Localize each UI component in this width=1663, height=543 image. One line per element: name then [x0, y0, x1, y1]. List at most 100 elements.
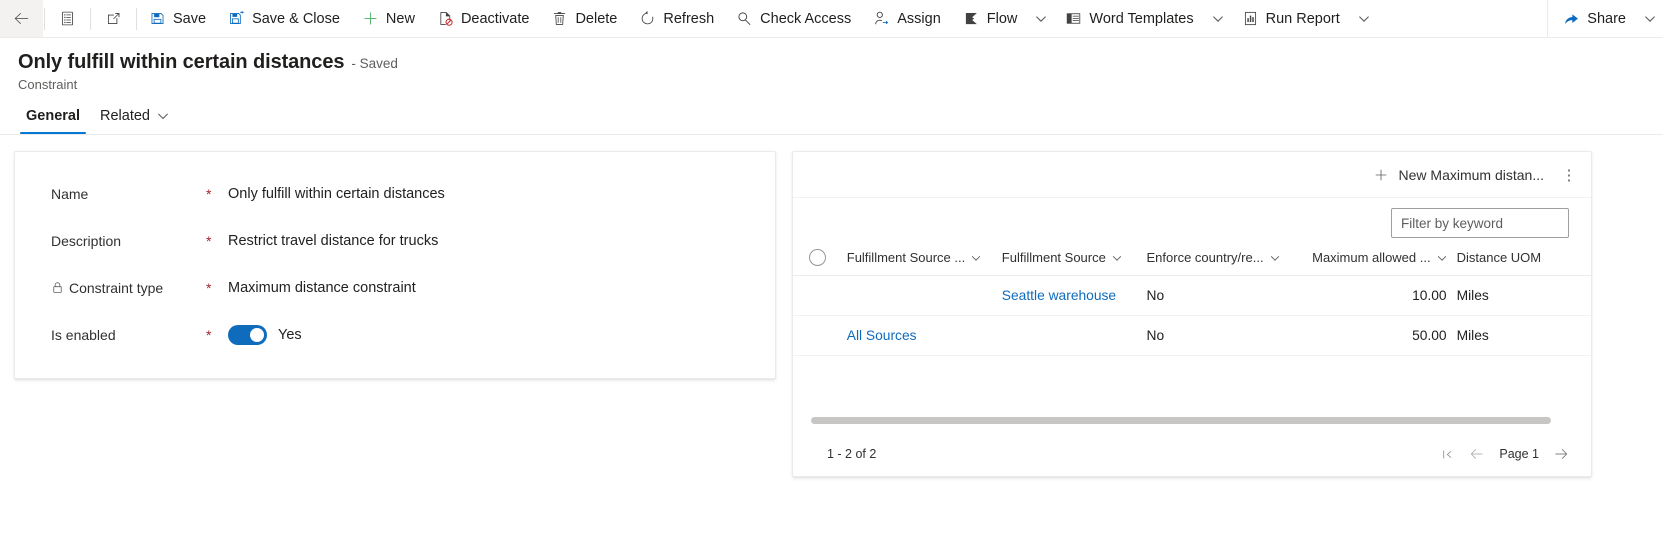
divider [136, 7, 137, 30]
chevron-down-icon [157, 110, 169, 122]
save-button[interactable]: Save [138, 0, 217, 37]
required-indicator: * [206, 232, 212, 249]
select-all-header[interactable] [793, 238, 847, 276]
row-select-cell[interactable] [793, 275, 847, 316]
column-header-fulfillment-source[interactable]: Fulfillment Source [1001, 238, 1147, 276]
record-header: Only fulfill within certain distances - … [0, 38, 1663, 92]
column-header-distance-uom[interactable]: Distance UOM [1456, 238, 1591, 276]
new-button[interactable]: New [351, 0, 426, 37]
field-constraint-type: Constraint type * Maximum distance const… [15, 264, 775, 311]
new-maximum-distance-button[interactable]: New Maximum distan... [1364, 162, 1553, 188]
flow-button[interactable]: Flow [952, 0, 1029, 37]
required-indicator: * [206, 279, 212, 296]
share-button[interactable]: Share [1552, 0, 1637, 37]
tab-general[interactable]: General [18, 104, 88, 134]
horizontal-scrollbar[interactable] [811, 417, 1551, 424]
record-count-label: 1 - 2 of 2 [827, 447, 877, 461]
subgrid-scroll-area: Fulfillment Source ... Fulfillment Sourc… [793, 238, 1591, 432]
fulfillment-source-group-link[interactable]: All Sources [847, 328, 917, 343]
cell-fulfillment-source-group[interactable]: All Sources [846, 315, 1002, 356]
cell-distance-uom: Miles [1456, 275, 1591, 316]
popout-icon [105, 10, 122, 27]
first-page-button[interactable] [1440, 447, 1455, 462]
form-body: Name * Only fulfill within certain dista… [0, 135, 1663, 477]
tab-strip: General Related [0, 92, 1663, 135]
field-name-value[interactable]: Only fulfill within certain distances [228, 186, 445, 202]
column-header-maximum-allowed[interactable]: Maximum allowed ... [1296, 238, 1457, 276]
word-template-icon [1065, 10, 1082, 27]
cell-fulfillment-source[interactable]: Seattle warehouse [1001, 275, 1147, 316]
page-title: Only fulfill within certain distances [18, 51, 345, 73]
word-templates-button-label: Word Templates [1089, 10, 1194, 27]
field-name: Name * Only fulfill within certain dista… [15, 170, 775, 217]
report-icon [1242, 10, 1259, 27]
trash-icon [551, 10, 568, 27]
word-templates-button[interactable]: Word Templates [1054, 0, 1204, 37]
field-name-label: Name [51, 185, 89, 202]
chevron-down-icon [1035, 13, 1047, 25]
back-button[interactable] [0, 0, 43, 37]
deactivate-button[interactable]: Deactivate [426, 0, 541, 37]
row-select-cell[interactable] [793, 315, 847, 356]
command-bar: Save Save & Close New Deactivate Delete … [0, 0, 1663, 38]
filter-by-keyword-input[interactable] [1391, 208, 1569, 238]
arrow-left-icon [1469, 446, 1485, 462]
cell-enforce-country: No [1146, 315, 1297, 356]
form-list-icon [59, 10, 76, 27]
save-button-label: Save [173, 10, 207, 27]
cell-fulfillment-source-group [846, 275, 1002, 316]
chevron-down-icon [1358, 13, 1370, 25]
share-caret-button[interactable] [1637, 0, 1663, 37]
previous-page-button[interactable] [1469, 446, 1485, 462]
delete-button[interactable]: Delete [540, 0, 628, 37]
chevron-down-icon [1437, 253, 1447, 263]
is-enabled-toggle[interactable] [228, 324, 267, 345]
table-row[interactable]: Seattle warehouse No 10.00 Miles [793, 275, 1591, 316]
save-and-close-button[interactable]: Save & Close [217, 0, 351, 37]
subgrid-filter-row [793, 197, 1591, 238]
form-selector-button[interactable] [46, 0, 89, 37]
subgrid-more-commands-button[interactable]: ⋮ [1555, 161, 1583, 189]
fulfillment-source-link[interactable]: Seattle warehouse [1002, 288, 1116, 303]
table-row[interactable]: All Sources No 50.00 Miles [793, 315, 1591, 356]
next-page-button[interactable] [1553, 446, 1569, 462]
run-report-caret-button[interactable] [1351, 0, 1377, 37]
select-all-radio[interactable] [809, 249, 826, 266]
entity-name-label: Constraint [18, 77, 78, 92]
column-header-fulfillment-source-group[interactable]: Fulfillment Source ... [846, 238, 1002, 276]
run-report-button[interactable]: Run Report [1231, 0, 1351, 37]
required-indicator: * [206, 185, 212, 202]
title-line: Only fulfill within certain distances - … [18, 51, 1663, 74]
chevron-down-icon [1270, 253, 1280, 263]
flow-caret-button[interactable] [1028, 0, 1054, 37]
word-templates-caret-button[interactable] [1205, 0, 1231, 37]
delete-button-label: Delete [575, 10, 618, 27]
plus-icon [1373, 167, 1389, 183]
field-constraint-type-label: Constraint type [51, 280, 206, 296]
cell-maximum-allowed: 50.00 [1296, 315, 1457, 356]
field-constraint-type-label-text: Constraint type [69, 279, 164, 296]
divider [90, 7, 91, 30]
cell-distance-uom: Miles [1456, 315, 1591, 356]
command-bar-right-section: Share [1547, 0, 1663, 37]
check-access-button[interactable]: Check Access [725, 0, 862, 37]
chevron-down-icon [1112, 253, 1122, 263]
field-description-value[interactable]: Restrict travel distance for trucks [228, 233, 438, 249]
subgrid-body: Seattle warehouse No 10.00 Miles All Sou… [793, 275, 1591, 356]
column-header-enforce-country[interactable]: Enforce country/re... [1146, 238, 1297, 276]
assign-button[interactable]: Assign [862, 0, 952, 37]
plus-icon [362, 10, 379, 27]
field-is-enabled-label: Is enabled [51, 326, 116, 343]
field-description: Description * Restrict travel distance f… [15, 217, 775, 264]
subgrid-footer: 1 - 2 of 2 Page 1 [793, 432, 1591, 476]
open-new-window-button[interactable] [92, 0, 135, 37]
more-vertical-icon: ⋮ [1561, 166, 1577, 184]
is-enabled-toggle-label: Yes [278, 326, 302, 343]
new-button-label: New [385, 10, 415, 27]
refresh-button[interactable]: Refresh [628, 0, 725, 37]
refresh-icon [639, 10, 656, 27]
save-status-text: - Saved [351, 56, 398, 71]
first-page-icon [1440, 447, 1455, 462]
tab-related[interactable]: Related [92, 104, 177, 134]
maximum-distance-subgrid-card: New Maximum distan... ⋮ Filter by keywor… [792, 151, 1592, 477]
